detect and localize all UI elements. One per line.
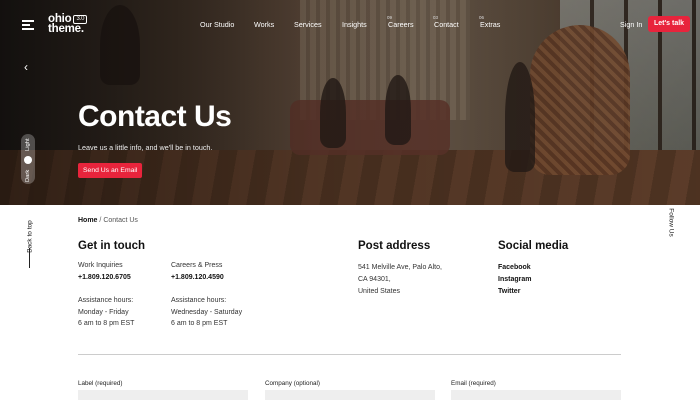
follow-us-label: Follow Us bbox=[667, 208, 675, 237]
chevron-left-icon[interactable]: ‹ bbox=[24, 60, 28, 74]
company-input[interactable] bbox=[265, 390, 435, 400]
nav-label: Contact bbox=[434, 20, 459, 29]
nav-works[interactable]: Works bbox=[254, 20, 294, 29]
assistance-days: Monday - Friday bbox=[78, 308, 129, 316]
label-field-label: Label (required) bbox=[78, 380, 123, 387]
post-address-block: 541 Melville Ave, Palo Alto, CA 94301, U… bbox=[358, 262, 442, 298]
address-line1: 541 Melville Ave, Palo Alto, bbox=[358, 264, 442, 271]
instagram-link[interactable]: Instagram bbox=[498, 274, 531, 286]
work-inquiries-phone[interactable]: +1.809.120.6705 bbox=[78, 272, 134, 284]
hero-banner: ohio 3.0 theme. Our Studio Works Services… bbox=[0, 0, 700, 205]
careers-press-block: Careers & Press +1.809.120.4590 Assistan… bbox=[171, 260, 242, 330]
nav-label: Works bbox=[254, 20, 275, 29]
nav-label: Careers bbox=[388, 20, 414, 29]
hero-subtitle: Leave us a little info, and we'll be in … bbox=[78, 143, 213, 152]
company-field-label: Company (optional) bbox=[265, 380, 320, 387]
nav-services[interactable]: Services bbox=[294, 20, 342, 29]
logo-line2: theme. bbox=[48, 22, 84, 35]
get-in-touch-heading: Get in touch bbox=[78, 240, 146, 252]
address-line3: United States bbox=[358, 288, 401, 295]
back-to-top-link[interactable]: Back to top bbox=[24, 203, 36, 273]
mode-dark-label: Dark bbox=[25, 169, 31, 182]
post-address-heading: Post address bbox=[358, 240, 431, 252]
breadcrumb-current: Contact Us bbox=[103, 217, 138, 224]
nav-extras[interactable]: Extras bbox=[480, 20, 520, 29]
assistance-hours-label: Assistance hours: bbox=[171, 297, 227, 304]
site-logo[interactable]: ohio 3.0 theme. bbox=[48, 13, 88, 35]
nav-label: Services bbox=[294, 20, 322, 29]
send-email-button[interactable]: Send Us an Email bbox=[78, 163, 143, 178]
nav-our-studio[interactable]: Our Studio bbox=[200, 20, 254, 29]
top-navigation: ohio 3.0 theme. Our Studio Works Services… bbox=[0, 0, 700, 50]
toggle-knob-icon bbox=[24, 156, 32, 164]
breadcrumb-separator: / bbox=[99, 217, 102, 224]
label-input[interactable] bbox=[78, 390, 248, 400]
breadcrumb: Home / Contact Us bbox=[78, 217, 138, 224]
back-to-top-line bbox=[29, 248, 30, 268]
address-line2: CA 94301, bbox=[358, 276, 391, 283]
breadcrumb-home[interactable]: Home bbox=[78, 217, 97, 224]
nav-insights[interactable]: Insights 09 bbox=[342, 15, 392, 29]
follow-us-link[interactable]: Follow Us bbox=[665, 203, 677, 243]
social-media-heading: Social media bbox=[498, 240, 569, 252]
assistance-time: 6 am to 8 pm EST bbox=[171, 320, 228, 327]
nav-label: Extras bbox=[480, 20, 501, 29]
main-nav: Our Studio Works Services Insights 09 Car… bbox=[200, 15, 520, 29]
careers-press-phone[interactable]: +1.809.120.4590 bbox=[171, 272, 242, 284]
section-divider bbox=[78, 354, 621, 355]
nav-label: Insights bbox=[342, 20, 367, 29]
assistance-time: 6 am to 8 pm EST bbox=[78, 320, 135, 327]
back-to-top-label: Back to top bbox=[26, 220, 34, 253]
facebook-link[interactable]: Facebook bbox=[498, 262, 531, 274]
nav-label: Our Studio bbox=[200, 20, 235, 29]
theme-mode-toggle[interactable]: Dark Light bbox=[21, 134, 35, 184]
sign-in-link[interactable]: Sign In bbox=[620, 20, 642, 29]
page-title: Contact Us bbox=[78, 100, 232, 133]
nav-careers[interactable]: Careers 03 bbox=[388, 15, 438, 29]
careers-press-label: Careers & Press bbox=[171, 262, 223, 269]
work-inquiries-label: Work Inquiries bbox=[78, 262, 123, 269]
nav-contact[interactable]: Contact 06 bbox=[434, 15, 484, 29]
mode-light-label: Light bbox=[25, 138, 31, 151]
assistance-days: Wednesday - Saturday bbox=[171, 308, 243, 316]
twitter-link[interactable]: Twitter bbox=[498, 286, 531, 298]
assistance-hours-label: Assistance hours: bbox=[78, 297, 134, 304]
work-inquiries-block: Work Inquiries +1.809.120.6705 Assistanc… bbox=[78, 260, 134, 330]
social-links: Facebook Instagram Twitter bbox=[498, 262, 531, 297]
menu-icon[interactable] bbox=[22, 20, 34, 30]
contact-page: ohio 3.0 theme. Our Studio Works Services… bbox=[0, 0, 700, 400]
email-field-label: Email (required) bbox=[451, 380, 496, 387]
lets-talk-button[interactable]: Let's talk bbox=[648, 16, 691, 32]
email-input[interactable] bbox=[451, 390, 621, 400]
